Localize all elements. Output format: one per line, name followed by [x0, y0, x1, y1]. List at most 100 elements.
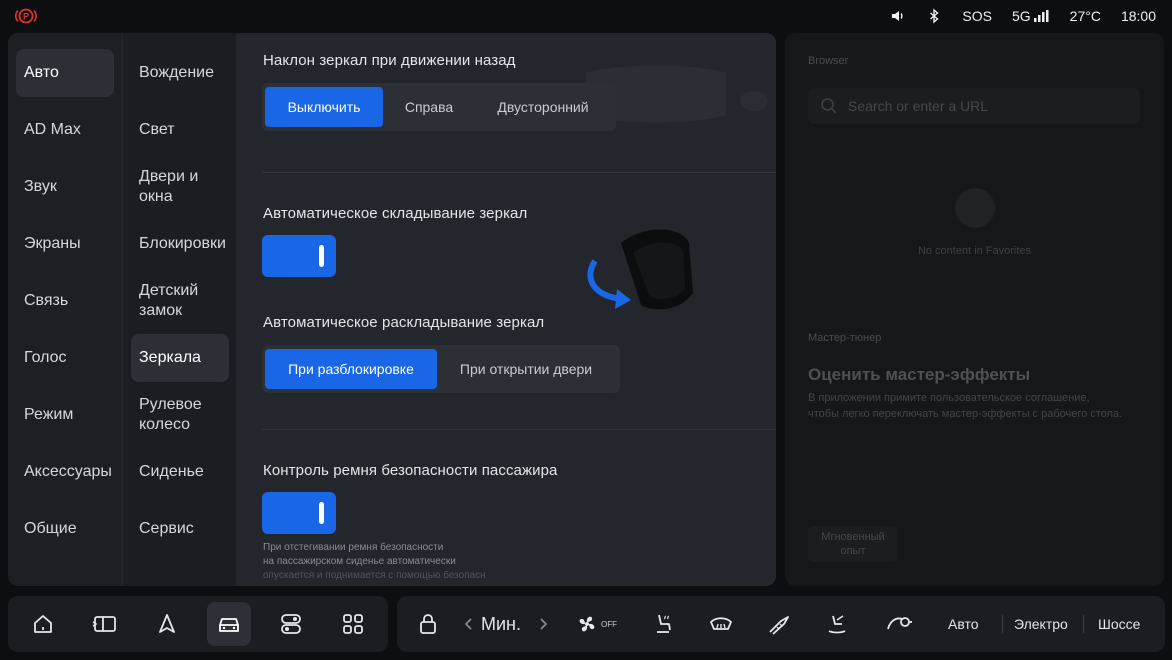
auto-fold-title: Автоматическое складывание зеркал [263, 205, 528, 222]
climate-dock: Мин. OFF Авто Электро Шоссе [397, 596, 1165, 652]
seatbelt-control-toggle[interactable] [262, 492, 336, 534]
drive-mode-highway[interactable]: Шоссе [1098, 596, 1140, 652]
air-flow-icon [828, 615, 846, 634]
front-defrost-icon [710, 617, 732, 630]
browser-widget-panel: Browser Search or enter a URL No content… [785, 33, 1164, 586]
network-label: 5G [1011, 8, 1031, 24]
card-button[interactable] [83, 596, 127, 652]
lock-icon [420, 614, 436, 634]
submenu-item-driving[interactable]: Вождение [123, 49, 229, 97]
submenu-item-doors-windows[interactable]: Двери и окна [123, 163, 229, 211]
chevron-left-icon [464, 618, 472, 630]
submenu-item-child-lock[interactable]: Детский замок [123, 277, 229, 325]
air-flow-button[interactable] [817, 596, 857, 652]
car-settings-button[interactable] [207, 602, 251, 646]
seat-heating-button[interactable] [643, 596, 683, 652]
menu-item-sound[interactable]: Звук [16, 163, 114, 211]
separator [1083, 615, 1084, 633]
menu-item-auto[interactable]: Авто [16, 49, 114, 97]
settings-panel: Авто AD Max Звук Экраны Связь Голос Режи… [8, 33, 776, 586]
fan-speed-value: Мин. [481, 613, 521, 634]
bluetooth-icon[interactable] [926, 8, 942, 24]
mirror-fold-illustration [587, 229, 693, 310]
toggle-knob [319, 245, 324, 267]
toggle-knob [319, 502, 324, 524]
controls-button[interactable] [269, 596, 313, 652]
auto-unfold-title: Автоматическое раскладывание зеркал [263, 314, 545, 331]
temperature-readout: 27°C [1069, 8, 1101, 24]
reverse-tilt-title: Наклон зеркал при движении назад [263, 52, 516, 69]
reverse-tilt-both-option[interactable]: Двусторонний [475, 87, 611, 127]
search-placeholder: Search or enter a URL [848, 98, 989, 114]
fan-state-label: OFF [601, 619, 617, 629]
network-indicator: 5G [1012, 8, 1050, 24]
submenu-item-seat[interactable]: Сиденье [123, 448, 229, 496]
separator [1002, 615, 1003, 633]
menu-item-mode[interactable]: Режим [16, 391, 114, 439]
app-dock [8, 596, 388, 652]
menu-item-voice[interactable]: Голос [16, 334, 114, 382]
mirror-heating-button[interactable] [759, 596, 799, 652]
seatbelt-control-note: При отстегивании ремня безопасности на п… [263, 542, 486, 581]
mirror-heating-icon [769, 616, 789, 635]
seat-heating-icon [657, 614, 671, 633]
recirculation-icon [887, 617, 912, 630]
lock-button[interactable] [411, 596, 445, 652]
unfold-on-door-open-option[interactable]: При открытии двери [437, 349, 615, 389]
apps-button[interactable] [331, 596, 375, 652]
menu-item-ad-max[interactable]: AD Max [16, 106, 114, 154]
signal-bars-icon [1033, 10, 1049, 22]
card-icon [92, 616, 116, 632]
mirrors-settings-content: Наклон зеркал при движении назад Выключи… [236, 33, 776, 586]
search-icon [821, 98, 837, 114]
menu-item-screens[interactable]: Экраны [16, 220, 114, 268]
status-bar: P SOS 5G 27°C 18:00 [0, 0, 1172, 32]
parking-brake-warning-icon: P [14, 7, 38, 25]
menu-item-accessories[interactable]: Аксессуары [16, 448, 114, 496]
menu-item-connectivity[interactable]: Связь [16, 277, 114, 325]
volume-icon[interactable] [890, 8, 906, 24]
reverse-tilt-selector: Выключить Справа Двусторонний [262, 83, 616, 131]
instant-experience-button[interactable]: Мгновенный опыт [808, 526, 898, 562]
svg-text:P: P [23, 12, 29, 22]
secondary-menu: Вождение Свет Двери и окна Блокировки Де… [122, 33, 236, 586]
submenu-item-service[interactable]: Сервис [123, 505, 229, 553]
fan-increase-button[interactable] [533, 596, 553, 652]
drive-mode-auto[interactable]: Авто [948, 596, 979, 652]
front-defrost-button[interactable] [701, 596, 741, 652]
unfold-on-unlock-option[interactable]: При разблокировке [265, 349, 437, 389]
fan-decrease-button[interactable] [459, 596, 479, 652]
toggle-icon [281, 614, 301, 634]
home-icon [34, 615, 52, 633]
fan-power-button[interactable]: OFF [571, 596, 621, 652]
car-icon [219, 618, 239, 632]
navigation-icon [159, 614, 175, 633]
recirculation-button[interactable] [877, 596, 921, 652]
section-divider [262, 172, 776, 173]
fan-icon [579, 616, 595, 632]
clock: 18:00 [1120, 8, 1156, 24]
section-divider [262, 429, 776, 430]
primary-menu: Авто AD Max Звук Экраны Связь Голос Режи… [8, 33, 122, 586]
drive-mode-electric[interactable]: Электро [1014, 596, 1068, 652]
submenu-item-locks[interactable]: Блокировки [123, 220, 229, 268]
browser-label: Browser [808, 55, 849, 67]
auto-fold-toggle[interactable] [262, 235, 336, 277]
reverse-tilt-off-option[interactable]: Выключить [265, 87, 383, 127]
home-button[interactable] [21, 596, 65, 652]
submenu-item-lights[interactable]: Свет [123, 106, 229, 154]
submenu-item-steering-wheel[interactable]: Рулевое колесо [123, 391, 229, 439]
tuner-title: Оценить мастер-эффекты [808, 365, 1031, 384]
favorites-empty-icon [955, 188, 995, 228]
chevron-right-icon [540, 618, 548, 630]
navigation-button[interactable] [145, 596, 189, 652]
sos-label[interactable]: SOS [962, 8, 992, 24]
browser-search-input[interactable]: Search or enter a URL [808, 88, 1140, 124]
favorites-empty-text: No content in Favorites [917, 245, 1032, 257]
submenu-item-mirrors[interactable]: Зеркала [131, 334, 229, 382]
auto-unfold-selector: При разблокировке При открытии двери [262, 345, 620, 393]
seatbelt-control-title: Контроль ремня безопасности пассажира [263, 462, 558, 479]
tuner-label: Мастер-тюнер [808, 332, 882, 344]
menu-item-general[interactable]: Общие [16, 505, 114, 553]
reverse-tilt-right-option[interactable]: Справа [383, 87, 475, 127]
